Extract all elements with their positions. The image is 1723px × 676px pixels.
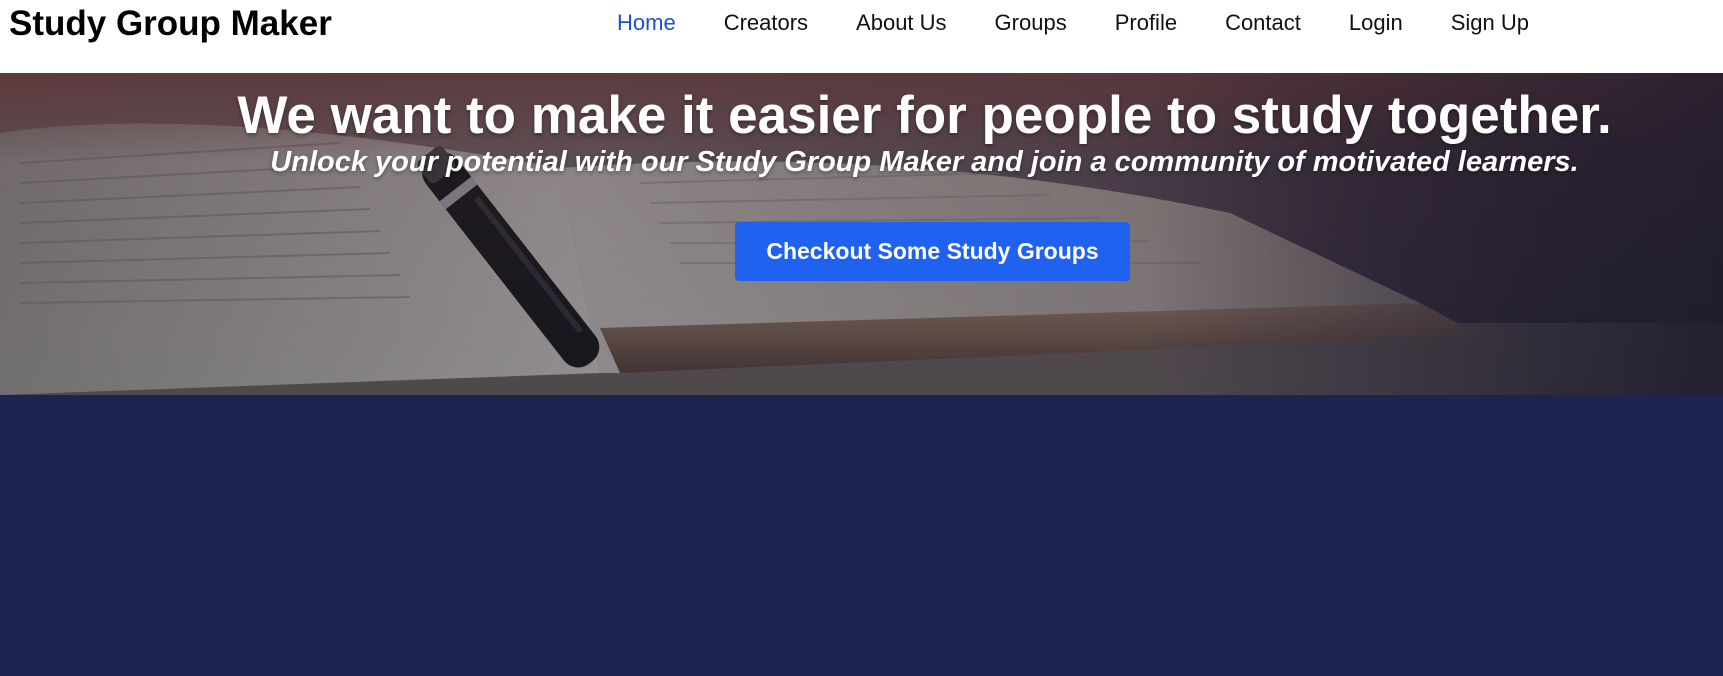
nav-item-profile: Profile — [1115, 10, 1225, 36]
nav-item-home: Home — [617, 10, 724, 36]
top-navbar: Study Group Maker Home Creators About Us… — [0, 0, 1723, 73]
nav-link-groups[interactable]: Groups — [995, 10, 1067, 36]
nav-menu: Home Creators About Us Groups Profile Co… — [617, 10, 1577, 36]
nav-link-about-us[interactable]: About Us — [856, 10, 947, 36]
nav-link-sign-up[interactable]: Sign Up — [1451, 10, 1529, 36]
main-content-area — [0, 395, 1723, 676]
nav-link-login[interactable]: Login — [1349, 10, 1403, 36]
nav-item-about-us: About Us — [856, 10, 995, 36]
hero-banner: We want to make it easier for people to … — [0, 73, 1723, 395]
nav-item-creators: Creators — [724, 10, 856, 36]
hero-subtitle: Unlock your potential with our Study Gro… — [270, 146, 1579, 178]
hero-title: We want to make it easier for people to … — [237, 86, 1612, 145]
brand-title[interactable]: Study Group Maker — [9, 4, 332, 44]
nav-item-groups: Groups — [995, 10, 1115, 36]
nav-link-profile[interactable]: Profile — [1115, 10, 1177, 36]
nav-item-sign-up: Sign Up — [1451, 10, 1577, 36]
nav-item-login: Login — [1349, 10, 1451, 36]
nav-item-contact: Contact — [1225, 10, 1349, 36]
checkout-study-groups-button[interactable]: Checkout Some Study Groups — [735, 222, 1130, 281]
nav-link-contact[interactable]: Contact — [1225, 10, 1301, 36]
nav-link-home[interactable]: Home — [617, 10, 676, 36]
nav-link-creators[interactable]: Creators — [724, 10, 808, 36]
